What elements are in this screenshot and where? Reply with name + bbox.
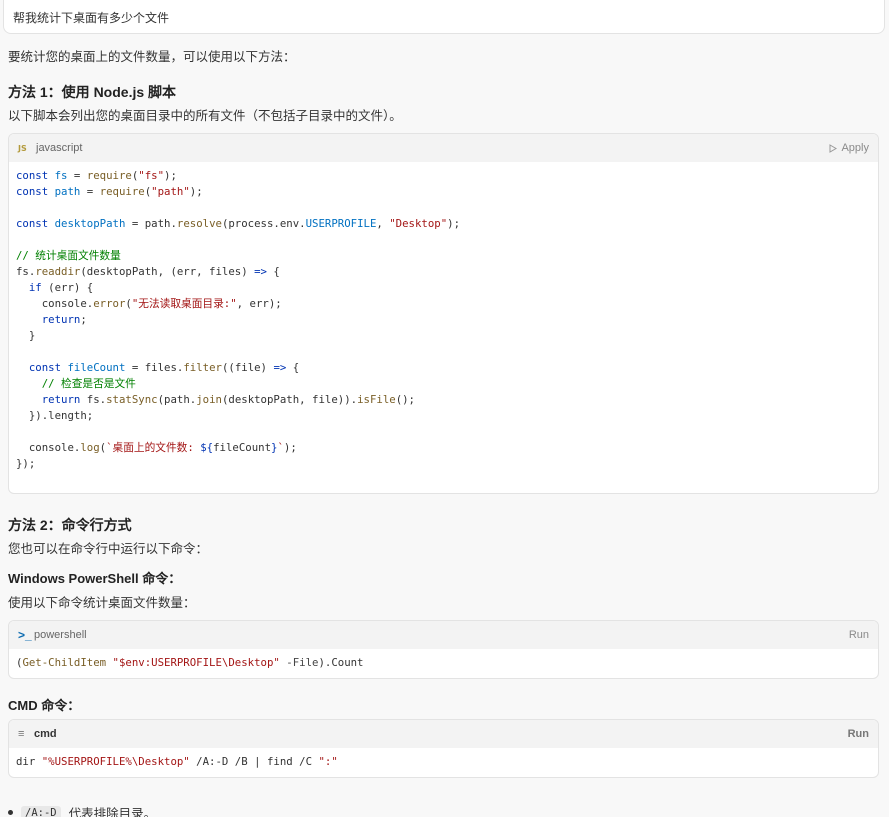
play-icon: [829, 143, 838, 153]
code-header: JS javascript Apply: [9, 134, 878, 162]
code-language-label: javascript: [36, 142, 83, 154]
run-button[interactable]: Run: [848, 728, 869, 740]
document-icon: ≡: [18, 728, 25, 740]
cmd-heading: CMD 命令：: [8, 698, 81, 713]
method2-description: 您也可以在命令行中运行以下命令：: [8, 542, 209, 556]
user-message: 帮我统计下桌面有多少个文件: [3, 0, 885, 34]
terminal-prompt-icon: >_: [18, 628, 32, 642]
method1-heading: 方法 1：使用 Node.js 脚本: [8, 84, 177, 100]
code-language-label: cmd: [34, 728, 57, 740]
powershell-heading: Windows PowerShell 命令：: [8, 571, 182, 586]
inline-code: /A:-D: [21, 805, 61, 817]
list-item: /A:-D 代表排除目录。: [8, 803, 156, 817]
method2-heading: 方法 2：命令行方式: [8, 517, 132, 533]
assistant-answer: 要统计您的桌面上的文件数量，可以使用以下方法： 方法 1：使用 Node.js …: [8, 48, 879, 778]
code-content-cmd: dir "%USERPROFILE%\Desktop" /A:-D /B | f…: [16, 755, 338, 768]
code-content-javascript: const fs = require("fs"); const path = r…: [16, 169, 461, 470]
code-block-powershell: >_ powershell Run (Get-ChildItem "$env:U…: [8, 620, 879, 679]
powershell-description: 使用以下命令统计桌面文件数量：: [8, 596, 196, 610]
run-button[interactable]: Run: [849, 629, 869, 641]
code-block-javascript: JS javascript Apply const fs = require("…: [8, 133, 879, 494]
code-header: >_ powershell Run: [9, 621, 878, 649]
javascript-icon: JS: [18, 143, 27, 153]
method1-description: 以下脚本会列出您的桌面目录中的所有文件（不包括子目录中的文件）。: [8, 109, 402, 123]
bullet-text: 代表排除目录。: [68, 807, 157, 817]
code-content-powershell: (Get-ChildItem "$env:USERPROFILE\Desktop…: [16, 656, 364, 669]
code-block-cmd: ≡ cmd Run dir "%USERPROFILE%\Desktop" /A…: [8, 719, 879, 778]
code-language-label: powershell: [34, 629, 87, 641]
intro-text: 要统计您的桌面上的文件数量，可以使用以下方法：: [8, 50, 296, 64]
code-header: ≡ cmd Run: [9, 720, 878, 748]
apply-button[interactable]: Apply: [829, 142, 869, 154]
bullet-dot: [8, 810, 13, 815]
